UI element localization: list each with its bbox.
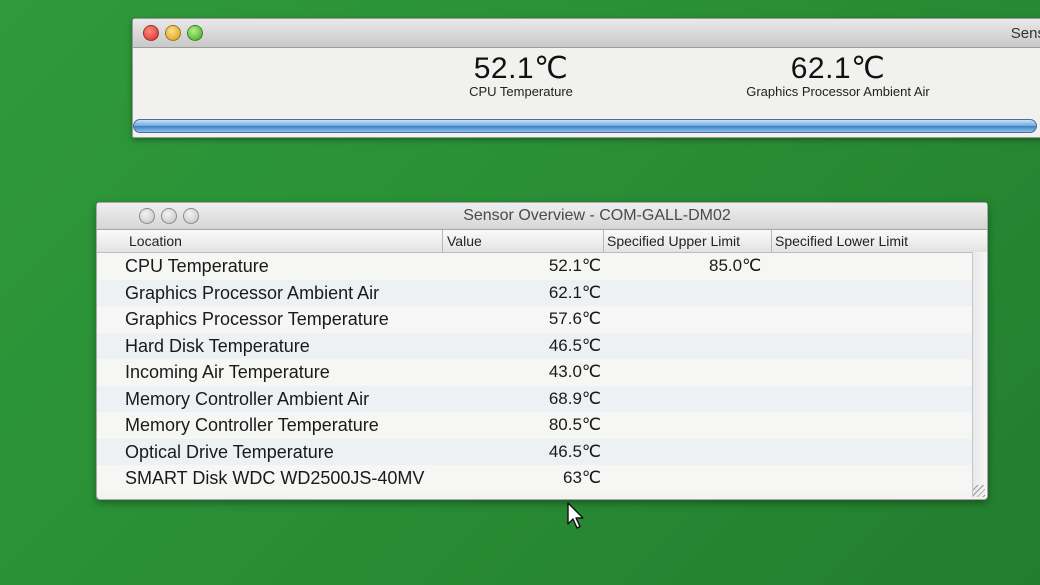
value-cell: 52.1℃ [548, 256, 601, 275]
sensor-monitor-window: Sens 52.1℃ CPU Temperature 62.1℃ Graphic… [132, 18, 1040, 138]
titlebar[interactable]: Sens [133, 19, 1040, 48]
titlebar[interactable]: Sensor Overview - COM-GALL-DM02 [97, 203, 987, 230]
table-row[interactable]: Optical Drive Temperature 46.5℃ [97, 438, 987, 465]
value-cell: 80.5℃ [548, 415, 601, 434]
table-row[interactable]: CPU Temperature 52.1℃ 85.0℃ [97, 253, 987, 280]
value-cell: 43.0℃ [548, 362, 601, 381]
vertical-scrollbar[interactable] [972, 252, 987, 497]
reading-value: 62.1℃ [790, 52, 886, 85]
table-row[interactable]: Graphics Processor Ambient Air 62.1℃ [97, 279, 987, 306]
location-cell: Graphics Processor Temperature [125, 309, 389, 329]
table-row[interactable]: Incoming Air Temperature 43.0℃ [97, 359, 987, 386]
table-row[interactable]: Memory Controller Temperature 80.5℃ [97, 412, 987, 439]
column-divider[interactable] [771, 230, 772, 252]
table-row[interactable]: SMART Disk WDC WD2500JS-40MV 63℃ [97, 465, 987, 492]
location-cell: Graphics Processor Ambient Air [125, 282, 380, 303]
table-row[interactable]: Hard Disk Temperature 46.5℃ [97, 332, 987, 359]
location-cell: Optical Drive Temperature [125, 441, 334, 462]
reading-label: Graphics Processor Ambient Air [746, 84, 930, 99]
reading-value: 52.1℃ [473, 52, 569, 85]
table-row[interactable]: Memory Controller Ambient Air 68.9℃ [97, 385, 987, 412]
column-header-lower-limit[interactable]: Specified Lower Limit [775, 233, 908, 249]
value-cell: 63℃ [562, 468, 601, 487]
window-title: Sensor Overview - COM-GALL-DM02 [463, 207, 731, 224]
window-title: Sens [1010, 25, 1040, 42]
value-cell: 46.5℃ [548, 441, 601, 461]
location-cell: Hard Disk Temperature [125, 335, 310, 356]
value-cell: 62.1℃ [548, 282, 601, 302]
close-button[interactable] [143, 25, 159, 41]
reading-gpu-ambient-air: 62.1℃ Graphics Processor Ambient Air [723, 51, 953, 99]
value-cell: 68.9℃ [548, 388, 601, 408]
progress-bar [133, 119, 1037, 133]
column-divider[interactable] [603, 230, 604, 252]
column-header-location[interactable]: Location [129, 233, 182, 249]
column-header-upper-limit[interactable]: Specified Upper Limit [607, 233, 740, 249]
resize-grip-icon[interactable] [973, 485, 985, 497]
location-cell: Memory Controller Temperature [125, 415, 379, 435]
reading-label: CPU Temperature [469, 84, 573, 99]
minimize-button[interactable] [165, 25, 181, 41]
table-header: Location Value Specified Upper Limit Spe… [97, 230, 987, 253]
upper-limit-cell: 85.0℃ [709, 256, 762, 275]
window-controls [143, 25, 203, 41]
value-cell: 57.6℃ [548, 309, 601, 328]
location-cell: SMART Disk WDC WD2500JS-40MV [125, 468, 425, 488]
value-cell: 46.5℃ [548, 335, 601, 355]
sensor-overview-window: Sensor Overview - COM-GALL-DM02 Location… [96, 202, 988, 500]
table-row[interactable]: Graphics Processor Temperature 57.6℃ [97, 306, 987, 333]
sensor-table-body: CPU Temperature 52.1℃ 85.0℃ Graphics Pro… [97, 253, 987, 492]
zoom-button[interactable] [187, 25, 203, 41]
mouse-pointer-icon [567, 502, 584, 529]
column-divider[interactable] [442, 230, 443, 252]
location-cell: Incoming Air Temperature [125, 362, 330, 382]
location-cell: CPU Temperature [125, 256, 269, 276]
reading-cpu-temperature: 52.1℃ CPU Temperature [421, 51, 621, 99]
location-cell: Memory Controller Ambient Air [125, 388, 370, 409]
column-header-value[interactable]: Value [447, 233, 482, 249]
